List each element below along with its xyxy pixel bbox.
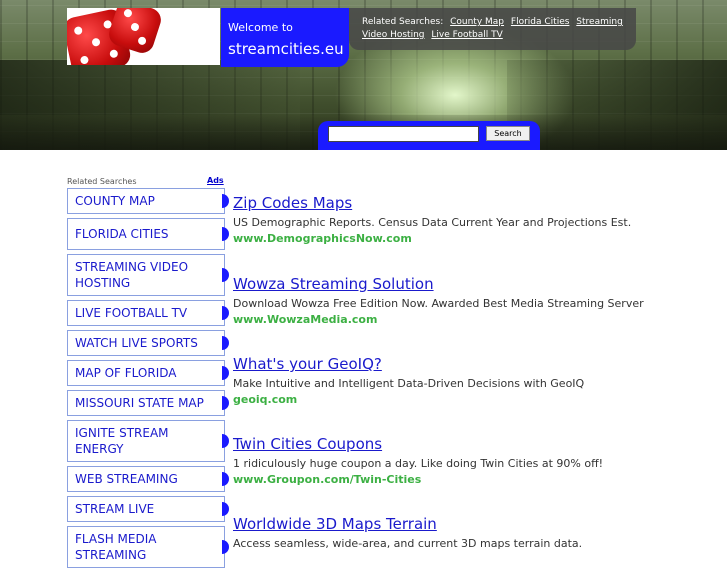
sidebar-item-web-streaming[interactable]: WEB STREAMING <box>67 466 229 492</box>
sidebar-item-flash-media-streaming[interactable]: FLASH MEDIA STREAMING <box>67 526 229 568</box>
dice-logo-image <box>67 8 220 65</box>
listing-item: Twin Cities Coupons 1 ridiculously huge … <box>233 435 603 487</box>
listing-description: Download Wowza Free Edition Now. Awarded… <box>233 297 644 310</box>
sidebar-item-label: WATCH LIVE SPORTS <box>75 336 198 350</box>
listing-url-link[interactable]: www.Groupon.com/Twin-Cities <box>233 472 603 487</box>
listing-item: Wowza Streaming Solution Download Wowza … <box>233 275 644 327</box>
listing-title-link[interactable]: Wowza Streaming Solution <box>233 275 644 294</box>
bullet-icon <box>222 472 229 486</box>
bullet-icon <box>222 366 229 380</box>
bullet-icon <box>222 396 229 410</box>
listing-description: US Demographic Reports. Census Data Curr… <box>233 216 632 229</box>
listing-description: 1 ridiculously huge coupon a day. Like d… <box>233 457 604 470</box>
bullet-icon <box>222 306 229 320</box>
sidebar-item-label: MISSOURI STATE MAP <box>75 396 204 410</box>
sidebar-item-missouri-state-map[interactable]: MISSOURI STATE MAP <box>67 390 229 416</box>
listing-item: Zip Codes Maps US Demographic Reports. C… <box>233 194 631 246</box>
sidebar-item-label: LIVE FOOTBALL TV <box>75 306 188 320</box>
listing-title-link[interactable]: Twin Cities Coupons <box>233 435 603 454</box>
welcome-prefix: Welcome to <box>228 21 293 34</box>
welcome-box: Welcome to streamcities.eu <box>221 8 349 67</box>
listing-item: What's your GeoIQ? Make Intuitive and In… <box>233 355 584 407</box>
listing-item: Worldwide 3D Maps Terrain Access seamles… <box>233 515 582 551</box>
sidebar-item-live-football-tv[interactable]: LIVE FOOTBALL TV <box>67 300 229 326</box>
listing-description: Access seamless, wide-area, and current … <box>233 537 583 550</box>
sidebar-item-map-of-florida[interactable]: MAP OF FLORIDA <box>67 360 229 386</box>
sidebar-item-label: FLORIDA CITIES <box>75 227 169 241</box>
listing-url-link[interactable]: geoiq.com <box>233 392 584 407</box>
search-input[interactable] <box>328 126 479 142</box>
bullet-icon <box>222 336 229 350</box>
bullet-icon <box>222 502 229 516</box>
listing-title-link[interactable]: Zip Codes Maps <box>233 194 631 213</box>
listing-description: Make Intuitive and Intelligent Data-Driv… <box>233 377 585 390</box>
bullet-icon <box>222 540 229 554</box>
bullet-icon <box>222 227 229 241</box>
header-link-county-map[interactable]: County Map <box>450 17 504 27</box>
sidebar-item-label: FLASH MEDIA STREAMING <box>75 532 157 562</box>
sidebar-label: Related Searches <box>67 177 137 186</box>
sidebar-item-ignite-stream-energy[interactable]: IGNITE STREAM ENERGY <box>67 420 229 462</box>
header-link-live-football-tv[interactable]: Live Football TV <box>431 30 502 40</box>
sidebar-item-streaming-video-hosting[interactable]: STREAMING VIDEO HOSTING <box>67 254 229 296</box>
site-name: streamcities.eu <box>228 40 344 58</box>
sidebar-item-county-map[interactable]: COUNTY MAP <box>67 188 229 214</box>
search-bar: Search <box>318 121 540 150</box>
bullet-icon <box>222 194 229 208</box>
sidebar-item-label: COUNTY MAP <box>75 194 155 208</box>
listing-title-link[interactable]: What's your GeoIQ? <box>233 355 584 374</box>
listing-url-link[interactable]: www.WowzaMedia.com <box>233 312 644 327</box>
sidebar-item-label: WEB STREAMING <box>75 472 178 486</box>
sidebar-item-label: STREAMING VIDEO HOSTING <box>75 260 189 290</box>
header-related-searches: Related Searches: County Map Florida Cit… <box>349 8 636 50</box>
related-label: Related Searches: <box>362 17 444 27</box>
bullet-icon <box>222 268 229 282</box>
sidebar-item-watch-live-sports[interactable]: WATCH LIVE SPORTS <box>67 330 229 356</box>
listing-url-link[interactable]: www.DemographicsNow.com <box>233 231 631 246</box>
sidebar-item-florida-cities[interactable]: FLORIDA CITIES <box>67 218 229 250</box>
bullet-icon <box>222 434 229 448</box>
ads-link[interactable]: Ads <box>207 176 224 185</box>
sidebar-item-label: MAP OF FLORIDA <box>75 366 177 380</box>
sidebar-item-label: IGNITE STREAM ENERGY <box>75 426 169 456</box>
header-link-florida-cities[interactable]: Florida Cities <box>511 17 570 27</box>
sidebar-item-stream-live[interactable]: STREAM LIVE <box>67 496 229 522</box>
sidebar: COUNTY MAP FLORIDA CITIES STREAMING VIDE… <box>67 188 229 568</box>
listing-title-link[interactable]: Worldwide 3D Maps Terrain <box>233 515 582 534</box>
search-button[interactable]: Search <box>486 126 530 141</box>
sidebar-item-label: STREAM LIVE <box>75 502 155 516</box>
